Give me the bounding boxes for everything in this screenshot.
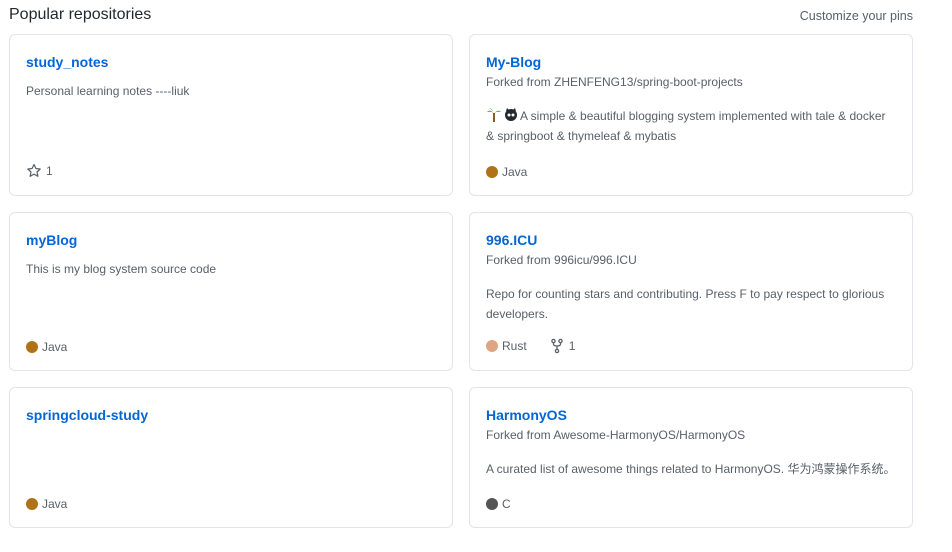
repo-description: This is my blog system source code [26,262,217,276]
repo-card: myBlog This is my blog system source cod… [9,212,453,371]
repo-meta: 1 [26,163,53,179]
octocat-icon [503,107,519,123]
language-color-dot [486,498,498,510]
repo-description-block: A simple & beautiful blogging system imp… [486,106,896,146]
customize-pins-link[interactable]: Customize your pins [800,9,913,23]
language-label: C [502,497,511,511]
repo-meta: C [486,497,511,511]
repo-name-link[interactable]: 996.ICU [486,232,537,248]
stars-count: 1 [46,164,53,178]
language-label: Java [502,165,528,179]
repo-description: A curated list of awesome things related… [486,462,896,476]
language-label: Rust [502,339,527,353]
palm-tree-icon [486,107,502,123]
language-label: Java [42,340,68,354]
repo-meta: Java [486,165,527,179]
repo-description: Repo for counting stars and contributing… [486,287,885,321]
section-title: Popular repositories [9,6,152,23]
language-color-dot [486,340,498,352]
stars-link[interactable]: 1 [26,163,53,179]
repo-card: My-Blog Forked from ZHENFENG13/spring-bo… [469,34,913,196]
repo-description: Personal learning notes ----liuk [26,84,190,98]
repo-meta: Rust 1 [486,338,575,354]
repo-name-link[interactable]: study_notes [26,54,108,70]
repo-meta: Java [26,340,67,354]
forks-link[interactable]: 1 [549,338,576,354]
forked-from-text: Forked from Awesome-HarmonyOS/HarmonyOS [486,428,746,442]
repo-name-link[interactable]: My-Blog [486,54,541,70]
forked-from-text: Forked from 996icu/996.ICU [486,253,637,267]
star-icon [26,163,42,179]
forks-count: 1 [568,339,576,353]
fork-icon [549,338,565,354]
repo-description: A simple & beautiful blogging system imp… [486,109,886,143]
forked-from-text: Forked from ZHENFENG13/spring-boot-proje… [486,75,743,89]
repo-name-link[interactable]: springcloud-study [26,407,148,423]
language-label: Java [42,497,68,511]
language-color-dot [26,498,38,510]
repo-name-link[interactable]: myBlog [26,232,77,248]
repo-name-link[interactable]: HarmonyOS [486,407,567,423]
language-color-dot [486,166,498,178]
repo-card: HarmonyOS Forked from Awesome-HarmonyOS/… [469,387,913,528]
language-color-dot [26,341,38,353]
repo-card: study_notes Personal learning notes ----… [9,34,453,196]
repo-card: 996.ICU Forked from 996icu/996.ICU Repo … [469,212,913,371]
repo-meta: Java [26,497,67,511]
repo-card: springcloud-study Java [9,387,453,528]
